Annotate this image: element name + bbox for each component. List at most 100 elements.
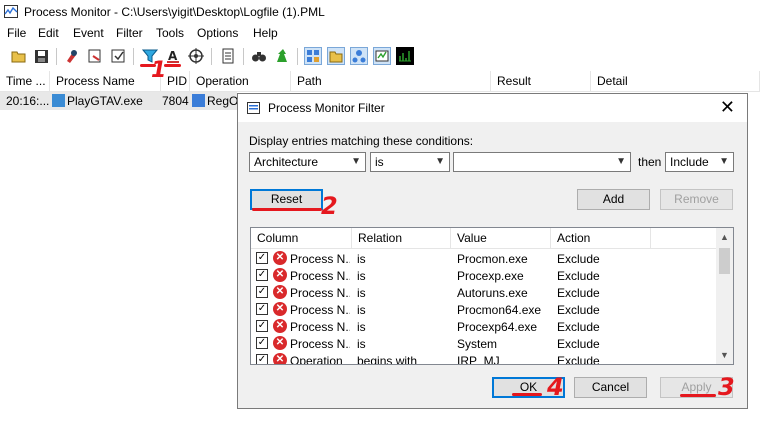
rules-scrollbar[interactable]: ▲ ▼ bbox=[716, 228, 733, 364]
menu-help[interactable]: Help bbox=[253, 26, 278, 40]
rule-relation: is bbox=[357, 337, 366, 351]
rules-action-header[interactable]: Action bbox=[551, 228, 651, 248]
rule-action: Exclude bbox=[557, 269, 600, 283]
exclude-icon: ✕ bbox=[273, 251, 287, 265]
rule-action: Exclude bbox=[557, 354, 600, 365]
column-detail[interactable]: Detail bbox=[591, 71, 760, 91]
annotation-step-2: 2 bbox=[321, 192, 338, 220]
rule-checkbox[interactable]: ✓ bbox=[256, 286, 268, 298]
rule-value: Autoruns.exe bbox=[457, 286, 528, 300]
rule-checkbox[interactable]: ✓ bbox=[256, 269, 268, 281]
rule-row[interactable]: ✓ ✕ Operation begins with IRP_MJ_ Exclud… bbox=[251, 352, 717, 365]
table-row[interactable]: 20:16:... PlayGTAV.exe 7804 RegOp bbox=[0, 92, 245, 110]
scroll-down-icon[interactable]: ▼ bbox=[720, 350, 729, 360]
column-operation[interactable]: Operation bbox=[190, 71, 291, 91]
annotation-step-3: 3 bbox=[718, 373, 735, 401]
rule-checkbox[interactable]: ✓ bbox=[256, 320, 268, 332]
exclude-icon: ✕ bbox=[273, 285, 287, 299]
save-icon[interactable] bbox=[32, 47, 50, 65]
dialog-app-icon bbox=[247, 102, 260, 114]
profiling-icon[interactable] bbox=[396, 47, 414, 65]
dialog-title-bar: Process Monitor Filter ✕ bbox=[238, 94, 747, 122]
annotation-underline-ok bbox=[512, 393, 542, 396]
rule-action: Exclude bbox=[557, 303, 600, 317]
filter-dialog: Process Monitor Filter ✕ Display entries… bbox=[237, 93, 748, 409]
rule-checkbox[interactable]: ✓ bbox=[256, 252, 268, 264]
filter-rules-list[interactable]: Column Relation Value Action ✓ ✕ Process… bbox=[250, 227, 734, 365]
filesystem-icon[interactable] bbox=[327, 47, 345, 65]
column-time[interactable]: Time ... bbox=[0, 71, 50, 91]
highlight-icon[interactable]: A bbox=[164, 47, 182, 65]
rules-list-header: Column Relation Value Action bbox=[251, 228, 717, 249]
registry-op-icon bbox=[192, 94, 205, 107]
add-button[interactable]: Add bbox=[577, 189, 650, 210]
rule-relation: is bbox=[357, 269, 366, 283]
rule-action: Exclude bbox=[557, 252, 600, 266]
action-select-value: Include bbox=[670, 155, 709, 169]
menu-filter[interactable]: Filter bbox=[116, 26, 143, 40]
toolbar: A bbox=[0, 44, 760, 70]
chevron-down-icon: ▼ bbox=[435, 156, 445, 167]
network-icon[interactable] bbox=[350, 47, 368, 65]
column-process-name[interactable]: Process Name bbox=[50, 71, 161, 91]
find-icon[interactable] bbox=[250, 47, 268, 65]
svg-text:A: A bbox=[168, 49, 178, 63]
reset-button[interactable]: Reset bbox=[250, 189, 323, 210]
rule-row[interactable]: ✓ ✕ Process N... is System Exclude bbox=[251, 335, 717, 352]
exclude-icon: ✕ bbox=[273, 319, 287, 333]
remove-button[interactable]: Remove bbox=[660, 189, 733, 210]
capture-icon[interactable] bbox=[63, 47, 81, 65]
autoscroll-icon[interactable] bbox=[86, 47, 104, 65]
title-bar: Process Monitor - C:\Users\yigit\Desktop… bbox=[0, 0, 760, 24]
relation-select[interactable]: is ▼ bbox=[370, 152, 450, 172]
column-select-value: Architecture bbox=[254, 155, 319, 169]
rules-value-header[interactable]: Value bbox=[451, 228, 551, 248]
rule-checkbox[interactable]: ✓ bbox=[256, 303, 268, 315]
menu-options[interactable]: Options bbox=[197, 26, 238, 40]
action-select[interactable]: Include ▼ bbox=[665, 152, 734, 172]
column-select[interactable]: Architecture ▼ bbox=[249, 152, 366, 172]
menu-file[interactable]: File bbox=[7, 26, 26, 40]
annotation-underline-reset bbox=[252, 208, 322, 211]
rule-row[interactable]: ✓ ✕ Process N... is Procexp64.exe Exclud… bbox=[251, 318, 717, 335]
chevron-down-icon: ▼ bbox=[616, 156, 626, 167]
column-result[interactable]: Result bbox=[491, 71, 591, 91]
rule-value: Procmon.exe bbox=[457, 252, 528, 266]
open-icon[interactable] bbox=[10, 47, 28, 65]
rule-row[interactable]: ✓ ✕ Process N... is Procexp.exe Exclude bbox=[251, 267, 717, 284]
rules-relation-header[interactable]: Relation bbox=[352, 228, 451, 248]
rule-row[interactable]: ✓ ✕ Process N... is Autoruns.exe Exclude bbox=[251, 284, 717, 301]
rule-value: System bbox=[457, 337, 498, 351]
rule-column: Process N... bbox=[290, 320, 350, 334]
value-input[interactable]: ▼ bbox=[453, 152, 631, 172]
rule-row[interactable]: ✓ ✕ Process N... is Procmon64.exe Exclud… bbox=[251, 301, 717, 318]
rule-column: Process N... bbox=[290, 252, 350, 266]
menu-edit[interactable]: Edit bbox=[38, 26, 59, 40]
rules-column-header[interactable]: Column bbox=[251, 228, 352, 248]
rule-value: Procexp.exe bbox=[457, 269, 524, 283]
menu-tools[interactable]: Tools bbox=[156, 26, 184, 40]
rule-row[interactable]: ✓ ✕ Process N... is Procmon.exe Exclude bbox=[251, 250, 717, 267]
properties-icon[interactable] bbox=[219, 47, 237, 65]
clear-icon[interactable] bbox=[109, 47, 127, 65]
then-label: then bbox=[638, 155, 662, 169]
column-path[interactable]: Path bbox=[291, 71, 491, 91]
scroll-up-icon[interactable]: ▲ bbox=[720, 232, 729, 242]
relation-select-value: is bbox=[375, 155, 384, 169]
menu-event[interactable]: Event bbox=[73, 26, 104, 40]
process-icon[interactable] bbox=[373, 47, 391, 65]
exclude-icon: ✕ bbox=[273, 353, 287, 364]
rule-checkbox[interactable]: ✓ bbox=[256, 337, 268, 349]
close-icon[interactable]: ✕ bbox=[720, 98, 735, 116]
jump-icon[interactable] bbox=[273, 47, 291, 65]
rule-column: Process N... bbox=[290, 303, 350, 317]
rule-relation: is bbox=[357, 286, 366, 300]
registry-icon[interactable] bbox=[304, 47, 322, 65]
row-time: 20:16:... bbox=[6, 94, 50, 108]
scroll-thumb[interactable] bbox=[719, 248, 730, 274]
rule-value: Procmon64.exe bbox=[457, 303, 542, 317]
cancel-button[interactable]: Cancel bbox=[574, 377, 647, 398]
target-icon[interactable] bbox=[187, 47, 205, 65]
event-list-header: Time ... Process Name PID Operation Path… bbox=[0, 71, 760, 92]
rule-checkbox[interactable]: ✓ bbox=[256, 354, 268, 364]
